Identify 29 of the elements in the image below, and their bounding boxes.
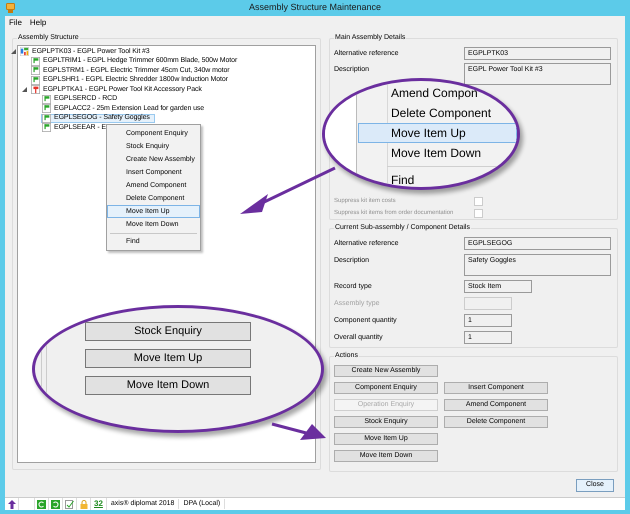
checklist-icon[interactable] bbox=[65, 500, 74, 508]
refresh-icon[interactable] bbox=[51, 500, 60, 508]
context-menu-item[interactable]: Move Item Up bbox=[358, 123, 517, 143]
app-icon bbox=[6, 3, 15, 13]
flag-icon bbox=[31, 76, 40, 85]
input-field[interactable] bbox=[464, 297, 512, 310]
callout-arrow bbox=[272, 422, 326, 440]
flag-icon bbox=[31, 66, 40, 76]
flag-icon bbox=[31, 56, 40, 66]
menu-item[interactable]: File bbox=[9, 17, 22, 29]
menu-item[interactable]: Help bbox=[30, 17, 46, 29]
action-button[interactable]: Move Item Up bbox=[85, 349, 251, 368]
lock-icon[interactable] bbox=[80, 500, 88, 508]
up-arrow-icon[interactable] bbox=[8, 500, 16, 508]
action-button[interactable]: Stock Enquiry bbox=[85, 322, 251, 341]
window-title: Assembly Structure Maintenance bbox=[248, 1, 382, 14]
expand-icon[interactable] bbox=[22, 87, 27, 92]
flag-icon bbox=[42, 94, 51, 104]
refresh-icon[interactable] bbox=[37, 500, 46, 508]
context-menu-item[interactable]: Delete Component bbox=[358, 103, 517, 123]
flag-icon bbox=[42, 123, 51, 132]
context-menu-item[interactable]: Find bbox=[358, 170, 517, 187]
context-menu-item[interactable]: Amend Compon bbox=[358, 83, 517, 103]
context-menu-item[interactable]: Move Item Down bbox=[358, 143, 517, 163]
flag-icon bbox=[31, 85, 40, 94]
action-button[interactable]: Move Item Down bbox=[85, 376, 251, 395]
flag-icon bbox=[42, 104, 51, 114]
flag-icon bbox=[42, 114, 51, 123]
status-count[interactable]: 32 bbox=[91, 498, 107, 510]
